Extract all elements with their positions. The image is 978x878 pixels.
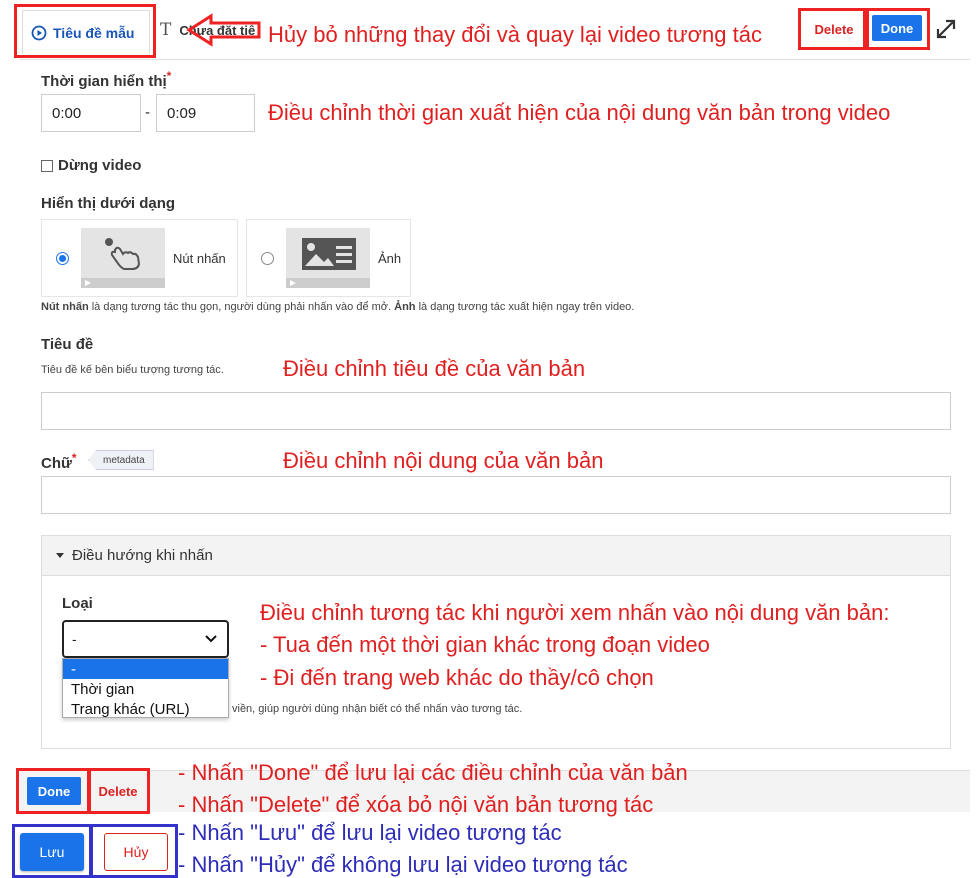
annotation-nav-2: - Tua đến một thời gian khác trong đoạn … — [260, 632, 710, 657]
caret-down-icon — [56, 553, 64, 558]
type-label: Loại — [62, 595, 93, 612]
highlight-done-bottom — [16, 768, 90, 814]
time-end-input[interactable]: 0:09 — [156, 94, 255, 132]
arrow-left-icon — [186, 13, 261, 47]
type-option[interactable]: Trang khác (URL) — [63, 699, 228, 719]
highlight-tab-box — [14, 4, 156, 58]
text-input[interactable] — [41, 476, 951, 514]
text-icon: T — [160, 20, 172, 40]
button-thumbnail — [81, 228, 165, 288]
display-option-button[interactable]: Nút nhấn — [41, 219, 238, 297]
title-label: Tiêu đề — [41, 336, 94, 353]
type-select[interactable]: - — [62, 620, 229, 658]
highlight-delete-top — [798, 8, 866, 50]
pause-video-option[interactable]: Dừng video — [41, 157, 141, 174]
goto-hint: viền, giúp người dùng nhận biết có thể n… — [232, 703, 523, 715]
option-button-label: Nút nhấn — [173, 250, 226, 266]
annotation-save: - Nhấn "Lưu" để lưu lại video tương tác — [178, 820, 562, 845]
type-dropdown: - Thời gian Trang khác (URL) — [62, 658, 229, 718]
annotation-title: Điều chỉnh tiêu đề của văn bản — [283, 356, 586, 381]
type-option[interactable]: Thời gian — [63, 679, 228, 699]
radio-button-option[interactable] — [56, 251, 69, 265]
time-separator: - — [145, 104, 150, 121]
annotation-nav-1: Điều chỉnh tương tác khi người xem nhấn … — [260, 600, 890, 625]
metadata-tag: metadata — [88, 450, 154, 470]
annotation-cancel-save: - Nhấn "Hủy" để không lưu lại video tươn… — [178, 852, 628, 877]
display-as-label: Hiển thị dưới dạng — [41, 195, 176, 212]
goto-panel-label: Điều hướng khi nhấn — [72, 547, 213, 564]
title-input[interactable] — [41, 392, 951, 430]
title-hint: Tiêu đề kế bên biểu tượng tương tác. — [41, 364, 224, 376]
highlight-done-top — [866, 8, 930, 50]
image-icon — [302, 238, 356, 270]
goto-panel-header[interactable]: Điều hướng khi nhấn — [42, 536, 950, 576]
hand-pointer-icon — [105, 238, 141, 270]
type-option[interactable]: - — [63, 659, 228, 679]
pause-video-label: Dừng video — [58, 157, 142, 174]
annotation-time: Điều chỉnh thời gian xuất hiện của nội d… — [268, 100, 891, 125]
time-start-input[interactable]: 0:00 — [41, 94, 141, 132]
annotation-delete: - Nhấn "Delete" để xóa bỏ nội văn bản tư… — [178, 792, 654, 817]
chevron-down-icon — [205, 635, 217, 643]
annotation-nav-3: - Đi đến trang web khác do thầy/cô chọn — [260, 665, 654, 690]
fullscreen-icon[interactable] — [935, 18, 957, 40]
highlight-save — [12, 824, 92, 878]
highlight-cancel — [90, 824, 178, 878]
highlight-delete-bottom — [88, 768, 150, 814]
annotation-text: Điều chỉnh nội dung của văn bản — [283, 448, 604, 473]
option-image-label: Ảnh — [378, 250, 402, 266]
display-hint: Nút nhấn là dạng tương tác thu gọn, ngườ… — [41, 301, 635, 313]
annotation-cancel: Hủy bỏ những thay đổi và quay lại video … — [268, 22, 762, 47]
pause-video-checkbox[interactable] — [41, 159, 53, 172]
type-select-value: - — [72, 631, 77, 647]
radio-image-option[interactable] — [261, 251, 274, 265]
display-option-image[interactable]: Ảnh — [246, 219, 411, 297]
text-label: Chữ* — [41, 451, 77, 472]
image-thumbnail — [286, 228, 370, 288]
display-time-label: Thời gian hiển thị* — [41, 69, 172, 90]
annotation-done: - Nhấn "Done" để lưu lại các điều chỉnh … — [178, 760, 688, 785]
